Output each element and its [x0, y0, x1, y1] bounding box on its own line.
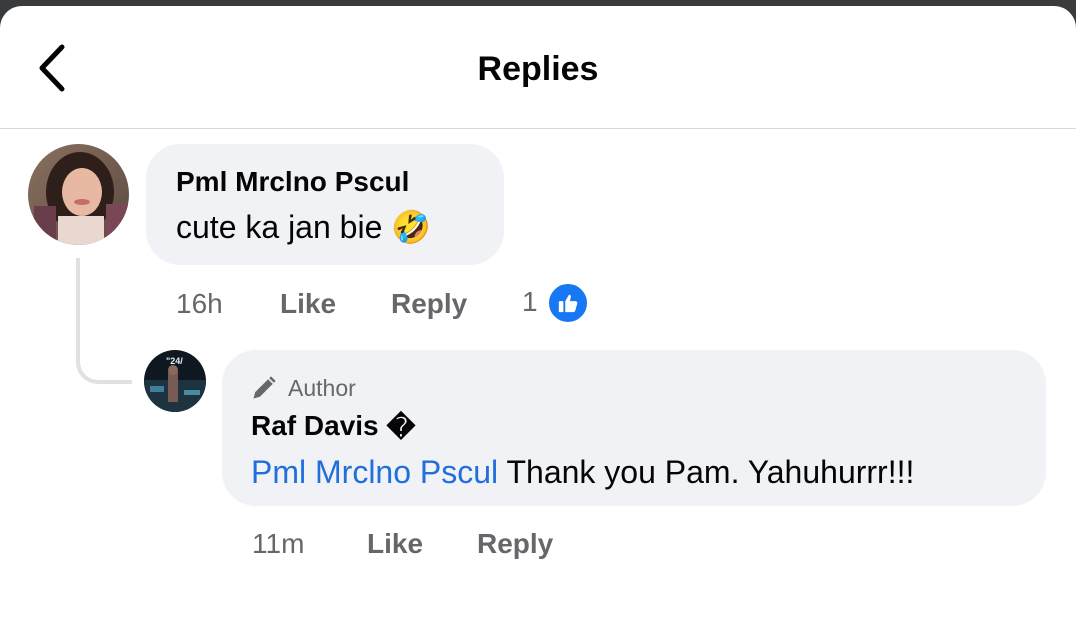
avatar[interactable]: "24/ — [144, 350, 206, 412]
header: Replies — [0, 6, 1076, 129]
reply-button[interactable]: Reply — [477, 528, 553, 560]
author-badge: Author — [250, 374, 356, 402]
thread-connector — [76, 258, 132, 384]
reply-author[interactable]: Raf Davis � — [251, 410, 415, 444]
reply-button[interactable]: Reply — [391, 288, 467, 320]
reply-text: Pml Mrclno Pscul Thank you Pam. Yahuhurr… — [251, 454, 914, 491]
replies-sheet: Replies Pml Mrclno Pscul cute ka jan bie… — [0, 6, 1076, 639]
reaction-count[interactable]: 1 — [522, 286, 538, 318]
comment-author[interactable]: Pml Mrclno Pscul — [176, 166, 409, 198]
reply-author-name[interactable]: Raf Davis — [251, 410, 379, 441]
comment-body: cute ka jan bie — [176, 209, 383, 245]
comment-bubble: Pml Mrclno Pscul cute ka jan bie 🤣 — [146, 144, 504, 265]
pencil-icon — [253, 376, 276, 399]
author-badge-label: Author — [288, 374, 356, 401]
laughing-emoji-icon: 🤣 — [391, 209, 432, 245]
like-button[interactable]: Like — [367, 528, 423, 560]
svg-text:"24/: "24/ — [166, 356, 183, 366]
unknown-glyph-icon: � — [386, 412, 416, 444]
avatar[interactable] — [28, 144, 129, 245]
like-thumb-icon[interactable] — [547, 282, 589, 324]
page-title: Replies — [477, 50, 599, 88]
comment-text: cute ka jan bie 🤣 — [176, 208, 431, 246]
like-button[interactable]: Like — [280, 288, 336, 320]
reply-time: 11m — [252, 528, 305, 559]
comment-time: 16h — [176, 288, 223, 319]
mention-link[interactable]: Pml Mrclno Pscul — [251, 454, 498, 490]
reply-body: Thank you Pam. Yahuhurrr!!! — [498, 454, 915, 490]
